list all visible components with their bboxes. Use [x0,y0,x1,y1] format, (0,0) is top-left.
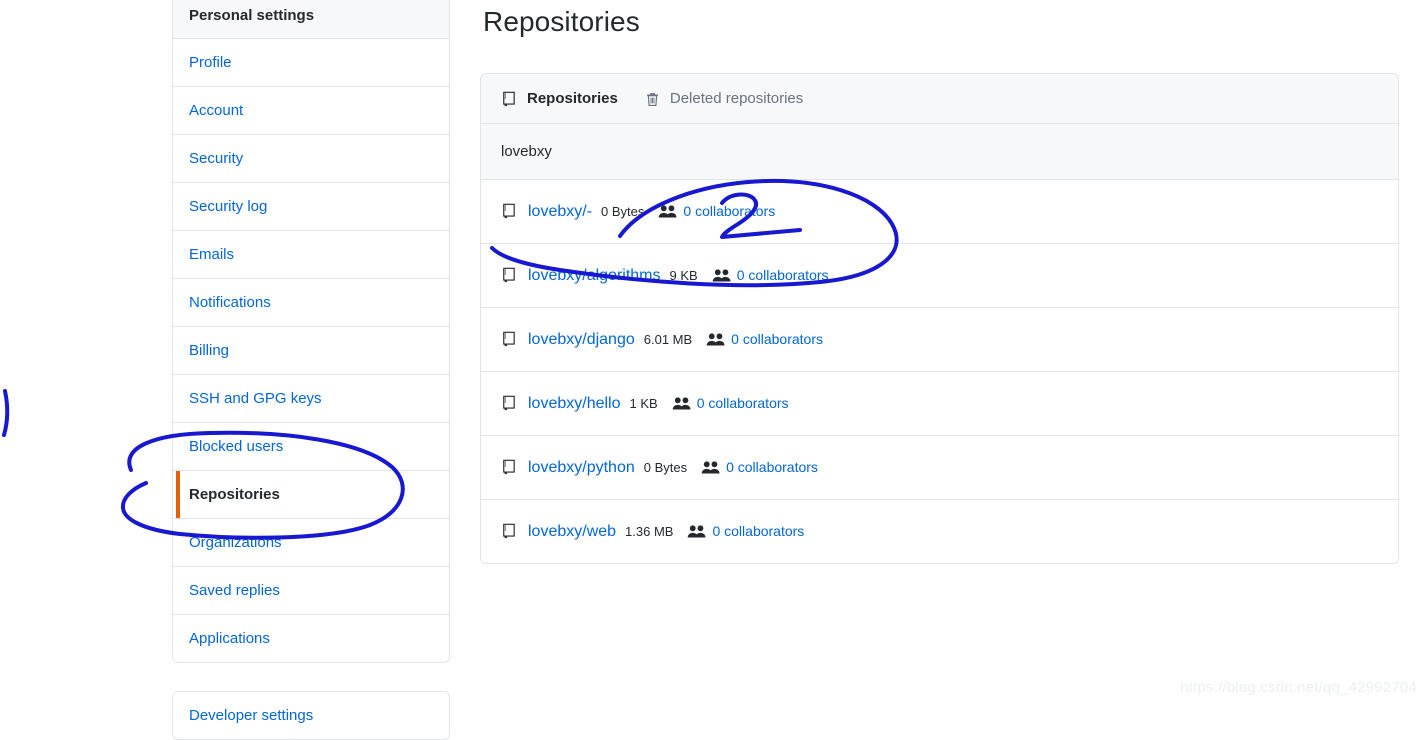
sidebar-item-organizations[interactable]: Organizations [173,519,449,567]
trash-icon [644,91,661,108]
repository-link[interactable]: lovebxy/- [528,202,592,221]
sidebar-item-saved-replies[interactable]: Saved replies [173,567,449,615]
sidebar-item-repositories[interactable]: Repositories [173,471,449,519]
sidebar-item-billing[interactable]: Billing [173,327,449,375]
annotation-edge-mark [2,389,10,437]
repository-link[interactable]: lovebxy/web [528,522,616,541]
repository-size: 0 Bytes [643,460,688,475]
page-title: Repositories [483,6,640,37]
collaborators-link[interactable]: 0 collaborators [697,394,789,413]
sidebar-item-security-log[interactable]: Security log [173,183,449,231]
people-icon [658,204,677,219]
repository-link[interactable]: lovebxy/django [528,330,635,349]
sidebar-header: Personal settings [173,0,449,39]
repositories-tabbar: Repositories Deleted repositories [481,74,1398,124]
repository-row: lovebxy/django 6.01 MB 0 collaborators [481,308,1398,372]
repository-row: lovebxy/python 0 Bytes 0 collaborators [481,436,1398,500]
people-icon [687,524,706,539]
repository-size: 1 KB [629,396,658,411]
repository-link[interactable]: lovebxy/python [528,458,635,477]
repo-icon [501,267,518,284]
repositories-card: Repositories Deleted repositories lovebx… [480,73,1399,564]
repo-icon [501,395,518,412]
repo-icon [501,523,518,540]
repository-row: lovebxy/- 0 Bytes 0 collaborators [481,180,1398,244]
sidebar-item-notifications[interactable]: Notifications [173,279,449,327]
people-icon [701,460,720,475]
people-icon [712,268,731,283]
people-icon [706,332,725,347]
repository-link[interactable]: lovebxy/algorithms [528,266,661,285]
tab-repositories-label: Repositories [527,90,618,107]
sidebar-item-ssh-and-gpg-keys[interactable]: SSH and GPG keys [173,375,449,423]
collaborators-link[interactable]: 0 collaborators [712,522,804,541]
sidebar-item-emails[interactable]: Emails [173,231,449,279]
repository-row: lovebxy/algorithms 9 KB 0 collaborators [481,244,1398,308]
collaborators-link[interactable]: 0 collaborators [683,202,775,221]
repository-size: 6.01 MB [643,332,693,347]
collaborators-link[interactable]: 0 collaborators [737,266,829,285]
repository-size: 0 Bytes [601,204,645,219]
repository-owner-row: lovebxy [481,124,1398,180]
tab-repositories[interactable]: Repositories [501,90,618,108]
repo-icon [501,203,518,220]
people-icon [672,396,691,411]
sidebar-card-personal-settings: Personal settings Profile Account Security… [172,0,450,663]
sidebar-item-account[interactable]: Account [173,87,449,135]
repository-link[interactable]: lovebxy/hello [528,394,621,413]
repository-row: lovebxy/web 1.36 MB 0 collaborators [481,500,1398,563]
repo-icon [501,91,518,108]
repository-row: lovebxy/hello 1 KB 0 collaborators [481,372,1398,436]
collaborators-link[interactable]: 0 collaborators [726,458,818,477]
repository-size: 9 KB [669,268,698,283]
tab-deleted-repositories[interactable]: Deleted repositories [644,90,803,108]
sidebar-card-developer-settings: Developer settings [172,691,450,740]
repo-icon [501,331,518,348]
repo-icon [501,459,518,476]
sidebar-item-security[interactable]: Security [173,135,449,183]
sidebar-item-profile[interactable]: Profile [173,39,449,87]
tab-deleted-repositories-label: Deleted repositories [669,90,804,107]
settings-sidebar: Personal settings Profile Account Security… [172,0,450,740]
collaborators-link[interactable]: 0 collaborators [731,330,823,349]
watermark: https://blog.csdn.net/qq_42992704 [1180,679,1417,696]
main-content: Repositories Repositories Deleted reposi… [480,0,1399,564]
sidebar-item-blocked-users[interactable]: Blocked users [173,423,449,471]
sidebar-item-developer-settings[interactable]: Developer settings [173,692,449,739]
sidebar-item-applications[interactable]: Applications [173,615,449,662]
repository-size: 1.36 MB [625,524,674,539]
